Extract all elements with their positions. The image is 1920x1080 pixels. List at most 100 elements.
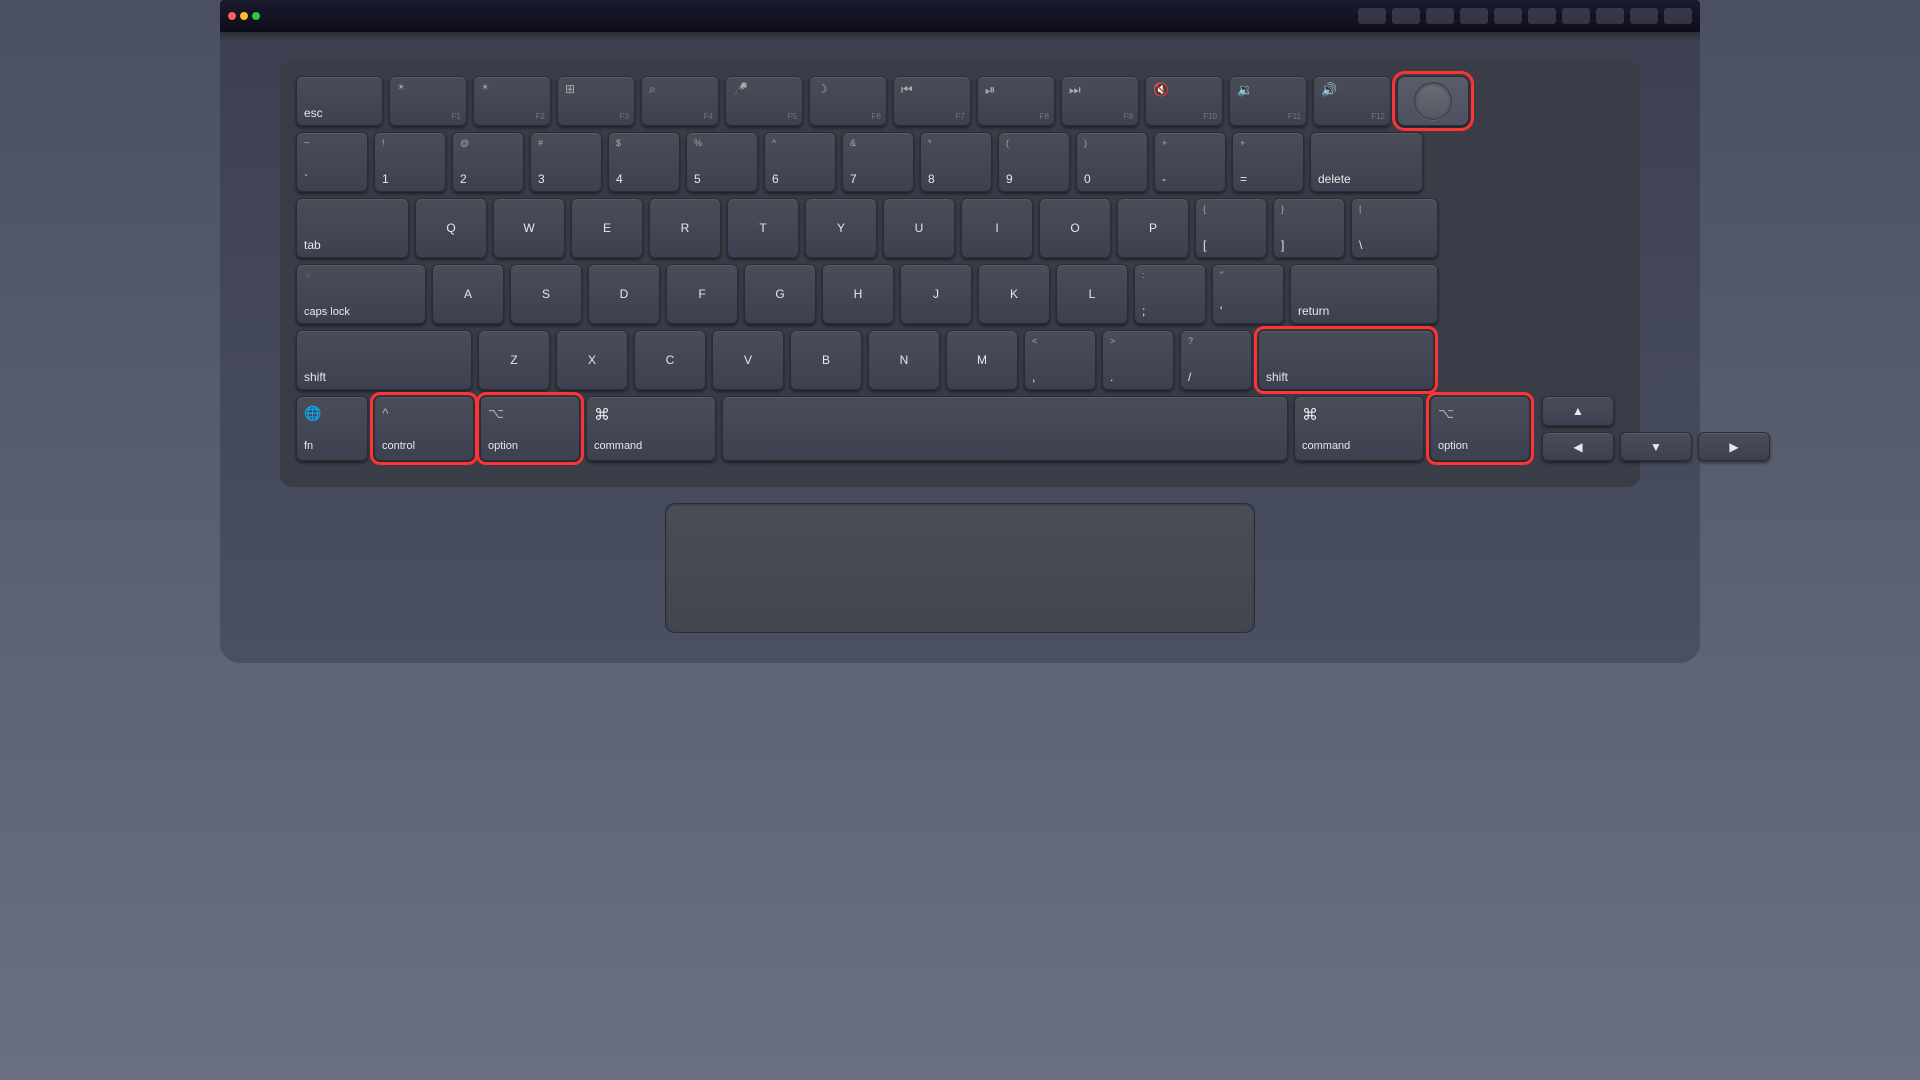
key-bracket-l[interactable]: { [	[1195, 198, 1267, 258]
key-command-left[interactable]: ⌘ command	[586, 396, 716, 461]
key-u[interactable]: U	[883, 198, 955, 258]
key-tab[interactable]: tab	[296, 198, 409, 258]
key-f8[interactable]: ⏯ F8	[977, 76, 1055, 126]
hinge	[220, 32, 1700, 40]
modifier-key-row: 🌐 fn ^ control ⌥ option ⌘ command	[296, 396, 1624, 461]
dot-red	[228, 12, 236, 20]
key-quote[interactable]: " '	[1212, 264, 1284, 324]
menubar-icon-2	[1392, 8, 1420, 24]
key-6[interactable]: ^ 6	[764, 132, 836, 192]
key-a[interactable]: A	[432, 264, 504, 324]
key-arrow-right[interactable]: ▶	[1698, 432, 1770, 461]
key-arrow-left[interactable]: ◀	[1542, 432, 1614, 461]
keyboard-body: esc ☀ F1 ☀ F2 ⊞ F3 ⌕ F4	[220, 40, 1700, 663]
key-f12[interactable]: 🔊 F12	[1313, 76, 1391, 126]
key-z[interactable]: Z	[478, 330, 550, 390]
key-5[interactable]: % 5	[686, 132, 758, 192]
key-equals[interactable]: + =	[1232, 132, 1304, 192]
touchid-circle	[1414, 82, 1452, 120]
dot-yellow	[240, 12, 248, 20]
menubar-icon-9	[1630, 8, 1658, 24]
key-h[interactable]: H	[822, 264, 894, 324]
key-caps-lock[interactable]: caps lock	[296, 264, 426, 324]
key-g[interactable]: G	[744, 264, 816, 324]
key-f7[interactable]: ⏮ F7	[893, 76, 971, 126]
key-k[interactable]: K	[978, 264, 1050, 324]
key-e[interactable]: E	[571, 198, 643, 258]
menubar-icon-3	[1426, 8, 1454, 24]
menubar-icon-5	[1494, 8, 1522, 24]
key-delete[interactable]: delete	[1310, 132, 1423, 192]
menubar-icon-1	[1358, 8, 1386, 24]
key-f11[interactable]: 🔉 F11	[1229, 76, 1307, 126]
caps-indicator	[305, 273, 310, 278]
key-backtick[interactable]: ~ `	[296, 132, 368, 192]
arrow-lr-row: ◀ ▼ ▶	[1542, 432, 1770, 461]
dot-green	[252, 12, 260, 20]
key-option-left[interactable]: ⌥ option	[480, 396, 580, 461]
key-return[interactable]: return	[1290, 264, 1438, 324]
key-f6[interactable]: ☽ F6	[809, 76, 887, 126]
key-minus[interactable]: + -	[1154, 132, 1226, 192]
key-f[interactable]: F	[666, 264, 738, 324]
key-9[interactable]: ( 9	[998, 132, 1070, 192]
fn-key-row: esc ☀ F1 ☀ F2 ⊞ F3 ⌕ F4	[296, 76, 1624, 126]
key-semicolon[interactable]: : ;	[1134, 264, 1206, 324]
key-control[interactable]: ^ control	[374, 396, 474, 461]
key-f2[interactable]: ☀ F2	[473, 76, 551, 126]
menubar-icon-10	[1664, 8, 1692, 24]
menubar-icon-8	[1596, 8, 1624, 24]
key-bracket-r[interactable]: } ]	[1273, 198, 1345, 258]
key-d[interactable]: D	[588, 264, 660, 324]
key-f4[interactable]: ⌕ F4	[641, 76, 719, 126]
key-2[interactable]: @ 2	[452, 132, 524, 192]
key-4[interactable]: $ 4	[608, 132, 680, 192]
key-l[interactable]: L	[1056, 264, 1128, 324]
key-esc[interactable]: esc	[296, 76, 383, 126]
key-power[interactable]	[1397, 76, 1469, 126]
key-command-right[interactable]: ⌘ command	[1294, 396, 1424, 461]
screen-bar	[220, 0, 1700, 32]
key-i[interactable]: I	[961, 198, 1033, 258]
key-3[interactable]: # 3	[530, 132, 602, 192]
key-option-right[interactable]: ⌥ option	[1430, 396, 1530, 461]
key-r[interactable]: R	[649, 198, 721, 258]
key-f5[interactable]: 🎤 F5	[725, 76, 803, 126]
key-p[interactable]: P	[1117, 198, 1189, 258]
key-period[interactable]: > .	[1102, 330, 1174, 390]
trackpad[interactable]	[665, 503, 1255, 633]
key-y[interactable]: Y	[805, 198, 877, 258]
qwerty-key-row: tab Q W E R T Y	[296, 198, 1624, 258]
key-shift-right[interactable]: shift	[1258, 330, 1434, 390]
key-v[interactable]: V	[712, 330, 784, 390]
key-x[interactable]: X	[556, 330, 628, 390]
key-n[interactable]: N	[868, 330, 940, 390]
key-fn[interactable]: 🌐 fn	[296, 396, 368, 461]
zxcv-key-row: shift Z X C V B N	[296, 330, 1624, 390]
menubar-icons	[1358, 8, 1692, 24]
key-1[interactable]: ! 1	[374, 132, 446, 192]
key-slash[interactable]: ? /	[1180, 330, 1252, 390]
key-0[interactable]: ) 0	[1076, 132, 1148, 192]
key-m[interactable]: M	[946, 330, 1018, 390]
key-t[interactable]: T	[727, 198, 799, 258]
key-j[interactable]: J	[900, 264, 972, 324]
key-7[interactable]: & 7	[842, 132, 914, 192]
key-q[interactable]: Q	[415, 198, 487, 258]
key-s[interactable]: S	[510, 264, 582, 324]
key-w[interactable]: W	[493, 198, 565, 258]
key-shift-left[interactable]: shift	[296, 330, 472, 390]
key-space[interactable]	[722, 396, 1288, 461]
key-f1[interactable]: ☀ F1	[389, 76, 467, 126]
key-comma[interactable]: < ,	[1024, 330, 1096, 390]
key-f3[interactable]: ⊞ F3	[557, 76, 635, 126]
key-arrow-down[interactable]: ▼	[1620, 432, 1692, 461]
key-f10[interactable]: 🔇 F10	[1145, 76, 1223, 126]
key-8[interactable]: * 8	[920, 132, 992, 192]
key-arrow-up[interactable]: ▲	[1542, 396, 1614, 426]
key-o[interactable]: O	[1039, 198, 1111, 258]
key-b[interactable]: B	[790, 330, 862, 390]
key-c[interactable]: C	[634, 330, 706, 390]
key-f9[interactable]: ⏭ F9	[1061, 76, 1139, 126]
key-backslash[interactable]: | \	[1351, 198, 1438, 258]
